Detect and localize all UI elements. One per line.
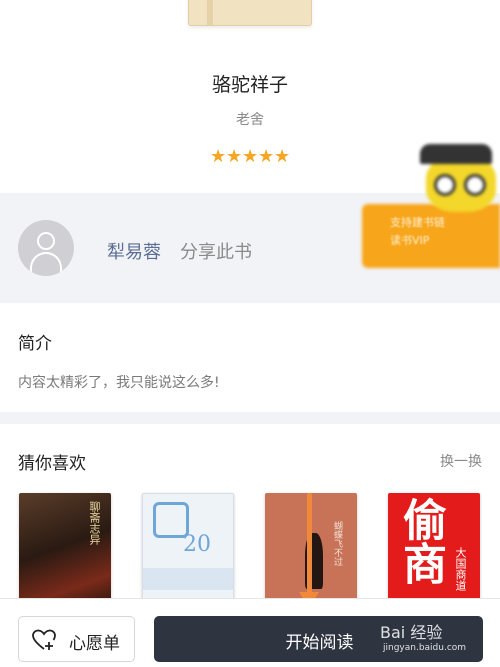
star-icon: ★ [226, 146, 243, 167]
watermark-logo: Bai 经验 [380, 623, 443, 642]
intro-heading: 简介 [18, 334, 52, 354]
refresh-button[interactable]: 换一换 [440, 451, 482, 471]
heart-plus-icon [32, 629, 56, 650]
cover-text: 偷商 [395, 497, 446, 585]
cover-text: 蝴蝶飞不过 [332, 521, 342, 566]
avatar-head [37, 232, 55, 250]
cover-text: 聊斋志异 [88, 501, 101, 545]
annotation-arrow [307, 493, 312, 595]
mascot-cap [420, 144, 492, 164]
recommended-book[interactable]: 聊斋志异 [19, 493, 111, 613]
cover-subtext: 大国商道 [454, 547, 467, 591]
section-divider [0, 412, 500, 424]
cover-spine [207, 0, 213, 25]
share-book-label: 分享此书 [180, 242, 252, 263]
recommended-book[interactable]: 20 [142, 493, 234, 613]
star-icon: ★ [274, 146, 291, 167]
book-title: 骆驼祥子 [211, 74, 288, 96]
star-icon: ★ [258, 146, 275, 167]
book-author: 老舍 [236, 112, 264, 128]
mascot-eye [464, 174, 486, 196]
cover-text: 20 [183, 532, 211, 557]
recommend-heading: 猜你喜欢 [18, 454, 86, 474]
watermark-url: jingyan.baidu.com [383, 643, 467, 653]
user-avatar-icon[interactable] [18, 220, 74, 276]
mascot-icon [420, 138, 500, 218]
wishlist-button[interactable]: 心愿单 [18, 616, 135, 662]
star-icon: ★ [210, 146, 227, 167]
vip-promo-line: 读书VIP [390, 234, 430, 247]
star-icon: ★ [242, 146, 259, 167]
recommended-book[interactable]: 偷商 大国商道 [388, 493, 480, 613]
intro-text: 内容太精彩了，我只能说这么多! [18, 375, 220, 391]
cover-band [143, 568, 233, 590]
sharer-name-link[interactable]: 犁易蓉 [107, 238, 161, 264]
wishlist-label: 心愿单 [69, 634, 120, 654]
avatar-body [30, 252, 62, 272]
vip-promo-text: 支持建书链 读书VIP [390, 214, 494, 250]
book-cover [188, 0, 312, 26]
book-detail-page: 骆驼祥子 老舍 ★★★★★ 犁易蓉 分享此书 支持建书链 读书VIP 简介 内容… [0, 0, 500, 667]
mascot-eye [434, 174, 456, 196]
